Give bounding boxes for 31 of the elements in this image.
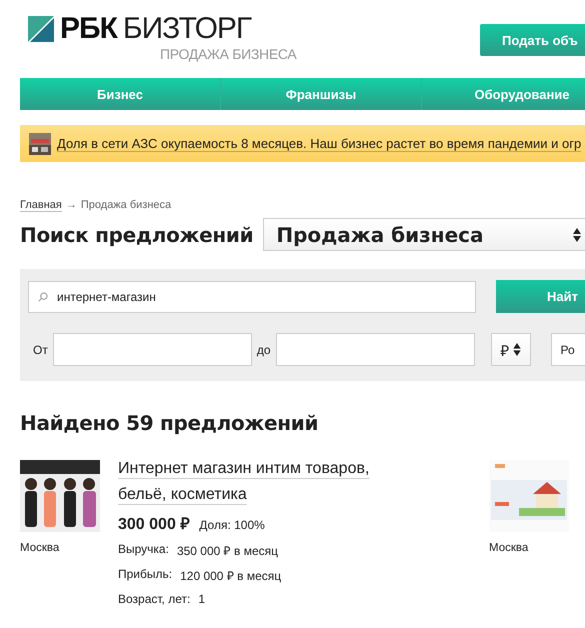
price-to-field[interactable] — [276, 333, 475, 366]
logo-tagline: ПРОДАЖА БИЗНЕСА — [159, 46, 296, 62]
from-label: От — [33, 342, 48, 356]
listing-title-link[interactable]: Интернет магазин интим товаров, бельё, косметика — [118, 456, 388, 508]
sort-arrows-icon — [512, 343, 521, 356]
city-label: Москва — [489, 542, 530, 554]
logo-icon — [28, 16, 54, 42]
price: 300 000 ₽ — [118, 515, 190, 534]
city-label: Москва — [20, 542, 60, 554]
search-field[interactable]: интернет-магазин — [28, 280, 476, 312]
stat-label: Прибыль: — [118, 567, 172, 583]
region-select[interactable]: Ро — [550, 333, 585, 366]
banner-link[interactable]: Доля в сети АЗС окупаемость 8 месяцев. Наш бизнес растет во время пандемии и огр — [57, 136, 582, 152]
stat-value: 1 — [198, 592, 206, 606]
type-select[interactable]: Продажа бизнеса — [263, 218, 585, 251]
results-heading: Найдено 59 предложений — [20, 411, 320, 435]
price-from-field[interactable] — [52, 333, 252, 366]
share-text: Доля: 100% — [199, 518, 265, 532]
stat-value: 350 000 ₽ в месяц — [176, 543, 278, 559]
to-label: до — [256, 342, 271, 356]
currency-select[interactable]: ₽ — [490, 333, 531, 366]
stat-label: Выручка: — [118, 542, 169, 558]
breadcrumb-link[interactable]: Главная — [20, 199, 62, 212]
stat-value: 120 000 ₽ в месяц — [180, 568, 282, 584]
stat-label: Возраст, лет: — [118, 592, 190, 606]
sort-arrows-icon — [573, 228, 581, 242]
logo-brand: РБК — [60, 14, 117, 44]
page-heading: Поиск предложений — [20, 222, 254, 246]
breadcrumb-arrow: → — [66, 199, 77, 212]
breadcrumb-current: Продажа бизнеса — [80, 199, 172, 212]
logo-name: БИЗТОРГ — [122, 14, 252, 44]
